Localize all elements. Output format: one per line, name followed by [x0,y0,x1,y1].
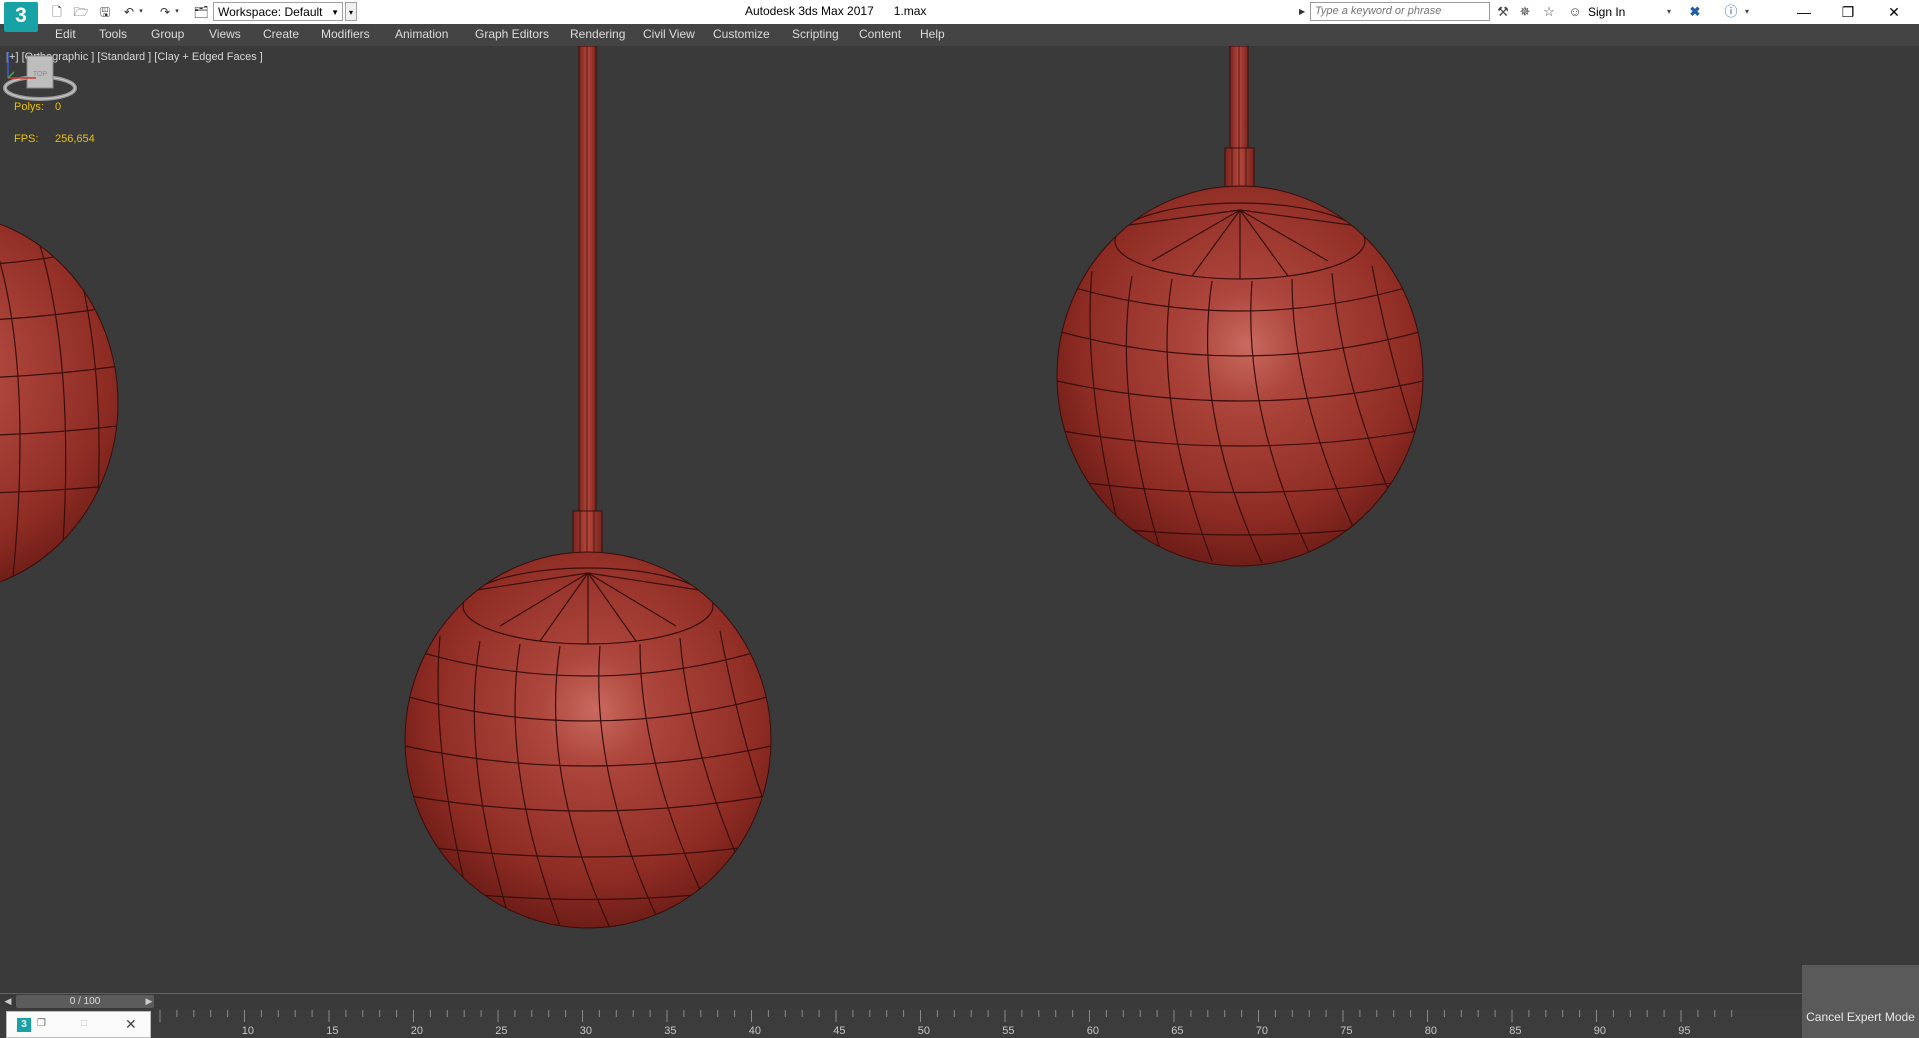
menu-rendering[interactable]: Rendering [570,27,625,41]
restore-icon[interactable]: ❐ [37,1018,46,1029]
axis-tripod-icon [7,52,36,79]
close-icon[interactable]: ✕ [1872,0,1916,24]
maximize-icon[interactable]: □ [81,1018,87,1029]
ruler-label: 10 [242,1025,254,1037]
stat-label: FPS: [14,133,39,145]
open-file-icon[interactable]: 🗁 [72,3,90,21]
ruler-label: 50 [918,1025,930,1037]
menu-graph-editors[interactable]: Graph Editors [475,27,549,41]
minimize-icon[interactable]: — [1782,0,1826,24]
time-slider-bar: ◀ 0 / 100 ▶ [0,993,1919,1009]
cancel-expert-mode-button[interactable]: Cancel Expert Mode [1802,965,1919,1038]
menu-customize[interactable]: Customize [713,27,770,41]
menu-bar: Edit Tools Group Views Create Modifiers … [0,24,1919,47]
menu-group[interactable]: Group [151,27,184,41]
help-dropdown-icon[interactable]: ▾ [1742,3,1752,21]
ruler-label: 25 [495,1025,507,1037]
stat-value: 256,654 [55,133,95,145]
restore-icon[interactable]: ❐ [1826,0,1870,24]
window-title: Autodesk 3ds Max 2017 1.max [745,4,927,18]
app-logo[interactable]: 3 [4,2,38,32]
ruler-label: 30 [580,1025,592,1037]
pendant-right[interactable] [1052,46,1428,567]
search-input[interactable] [1310,2,1490,21]
stat-fps: FPS: 256,654 [14,133,95,145]
close-icon[interactable]: ✕ [125,1016,137,1033]
menu-edit[interactable]: Edit [55,27,76,41]
ruler-label: 60 [1087,1025,1099,1037]
menu-animation[interactable]: Animation [395,27,448,41]
mini-app-icon: 3 [17,1018,31,1032]
frame-ruler[interactable]: 101520253035404550556065707580859095100 [156,1010,1746,1038]
ruler-label: 40 [749,1025,761,1037]
menu-help[interactable]: Help [920,27,945,41]
viewport-orthographic[interactable]: [+] [Orthographic ] [Standard ] [Clay + … [0,46,1919,993]
help-icon[interactable]: ⓘ [1722,3,1740,21]
time-next-icon[interactable]: ▶ [143,994,155,1009]
ruler-label: 15 [326,1025,338,1037]
save-file-icon[interactable]: 🖫 [96,3,114,21]
menu-create[interactable]: Create [263,27,299,41]
communication-center-icon[interactable]: ✵ [1516,3,1534,21]
sign-in-button[interactable]: Sign In [1588,5,1625,19]
ruler-label: 55 [1002,1025,1014,1037]
workspace-label: Workspace: Default [218,5,323,19]
ruler-label: 80 [1425,1025,1437,1037]
ruler-label: 35 [664,1025,676,1037]
pendant-center[interactable] [400,46,776,929]
ruler-label: 70 [1256,1025,1268,1037]
undo-dropdown-icon[interactable]: ▾ [136,3,146,21]
menu-tools[interactable]: Tools [99,27,127,41]
user-icon: ☺ [1568,4,1582,19]
menu-content[interactable]: Content [859,27,901,41]
scene-render [0,46,1428,929]
sign-in-dropdown-icon[interactable]: ▾ [1664,3,1674,21]
ruler-label: 20 [411,1025,423,1037]
menu-scripting[interactable]: Scripting [792,27,839,41]
ruler-label: 95 [1678,1025,1690,1037]
time-slider[interactable]: 0 / 100 [16,995,154,1008]
workspace-dropdown[interactable]: Workspace: Default ▼ [213,2,343,21]
sphere-left[interactable] [0,206,120,606]
binoculars-icon[interactable]: ⚒ [1494,3,1512,21]
menu-views[interactable]: Views [209,27,241,41]
search-expand-icon[interactable]: ▶ [1299,3,1309,21]
minimized-panel[interactable]: 3 ❐ □ ✕ [6,1011,151,1038]
title-bar: 🗋 🗁 🖫 ↶ ▾ ↷ ▾ 🗂 Workspace: Default ▼ ▾ A… [0,0,1919,25]
menu-modifiers[interactable]: Modifiers [321,27,370,41]
workspace-options-icon[interactable]: ▾ [345,2,357,21]
ruler-label: 75 [1340,1025,1352,1037]
track-bar: 3 ❐ □ ✕ 10 15 20 25 30 35 40 45 50 55 60 65 70 75 80 85… [0,1009,1919,1038]
ruler-label: 90 [1594,1025,1606,1037]
exchange-apps-icon[interactable]: ✖ [1686,3,1704,21]
time-prev-icon[interactable]: ◀ [2,994,14,1009]
ruler-label: 45 [833,1025,845,1037]
chevron-down-icon: ▼ [331,8,339,17]
redo-dropdown-icon[interactable]: ▾ [172,3,182,21]
menu-civil-view[interactable]: Civil View [643,27,695,41]
favorites-star-icon[interactable]: ☆ [1540,3,1558,21]
ruler-label: 65 [1171,1025,1183,1037]
ruler-label: 85 [1509,1025,1521,1037]
new-file-icon[interactable]: 🗋 [48,3,66,21]
project-folder-icon[interactable]: 🗂 [192,3,210,21]
